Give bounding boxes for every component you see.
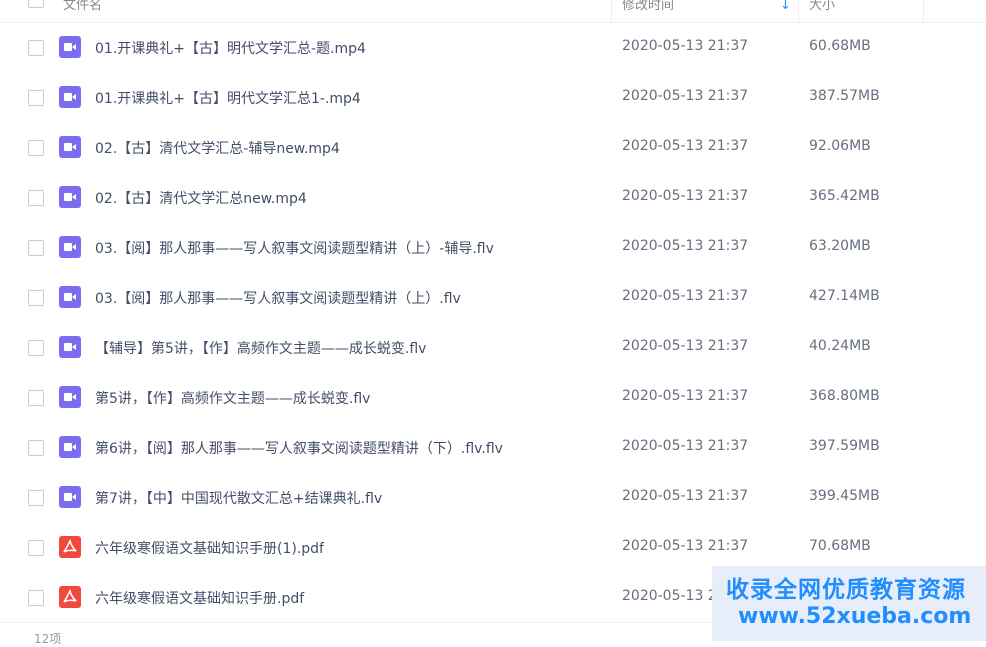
item-count: 12项 (34, 632, 62, 646)
file-row[interactable]: 第5讲，【作】高频作文主题——成长蜕变.flv 2020-05-13 21:37 3… (0, 373, 986, 423)
column-header-name[interactable]: 文件名 (63, 0, 102, 13)
file-modified-time: 2020-05-13 21:37 (622, 338, 749, 354)
watermark-slogan: 收录全网优质教育资源 (726, 577, 966, 603)
file-size: 63.20MB (809, 238, 871, 254)
pdf-file-icon (59, 586, 81, 608)
file-name[interactable]: 【辅导】第5讲，【作】高频作文主题——成长蜕变.flv (95, 338, 426, 358)
select-all-checkbox[interactable] (28, 0, 44, 8)
file-name[interactable]: 01.开课典礼+【古】明代文学汇总1-.mp4 (95, 88, 361, 108)
file-modified-time: 2020-05-13 21:37 (622, 238, 749, 254)
file-size: 399.45MB (809, 488, 880, 504)
file-modified-time: 2020-05-13 21:37 (622, 38, 749, 54)
file-size: 387.57MB (809, 88, 880, 104)
watermark-banner: 收录全网优质教育资源 www.52xueba.com (712, 566, 986, 641)
file-name[interactable]: 六年级寒假语文基础知识手册(1).pdf (95, 538, 324, 558)
video-file-icon (59, 236, 81, 258)
file-name[interactable]: 第7讲，【中】中国现代散文汇总+结课典礼.flv (95, 488, 382, 508)
file-modified-time: 2020-05-13 21:37 (622, 488, 749, 504)
row-checkbox[interactable] (28, 140, 44, 156)
file-row[interactable]: 02.【古】清代文学汇总new.mp4 2020-05-13 21:37 365.4… (0, 173, 986, 223)
file-row[interactable]: 01.开课典礼+【古】明代文学汇总-题.mp4 2020-05-13 21:37 6… (0, 23, 986, 73)
video-file-icon (59, 436, 81, 458)
file-size: 60.68MB (809, 38, 871, 54)
file-name[interactable]: 02.【古】清代文学汇总-辅导new.mp4 (95, 138, 340, 158)
row-checkbox[interactable] (28, 590, 44, 606)
file-modified-time: 2020-05-13 21:37 (622, 288, 749, 304)
file-size: 397.59MB (809, 438, 880, 454)
video-file-icon (59, 286, 81, 308)
file-modified-time: 2020-05-13 21:37 (622, 388, 749, 404)
pdf-file-icon (59, 536, 81, 558)
video-file-icon (59, 486, 81, 508)
file-list-header: 文件名 修改时间 ↓ 大小 (0, 0, 986, 23)
file-row[interactable]: 03.【阅】那人那事——写人叙事文阅读题型精讲（上）.flv 2020-05-13… (0, 273, 986, 323)
file-modified-time: 2020-05-13 21:37 (622, 538, 749, 554)
file-row[interactable]: 01.开课典礼+【古】明代文学汇总1-.mp4 2020-05-13 21:37 3… (0, 73, 986, 123)
video-file-icon (59, 336, 81, 358)
file-row[interactable]: 02.【古】清代文学汇总-辅导new.mp4 2020-05-13 21:37 92… (0, 123, 986, 173)
row-checkbox[interactable] (28, 490, 44, 506)
video-file-icon (59, 186, 81, 208)
file-size: 92.06MB (809, 138, 871, 154)
row-checkbox[interactable] (28, 390, 44, 406)
video-file-icon (59, 386, 81, 408)
row-checkbox[interactable] (28, 40, 44, 56)
file-row[interactable]: 【辅导】第5讲，【作】高频作文主题——成长蜕变.flv 2020-05-13 21… (0, 323, 986, 373)
file-name[interactable]: 第5讲，【作】高频作文主题——成长蜕变.flv (95, 388, 370, 408)
file-name[interactable]: 第6讲，【阅】那人那事——写人叙事文阅读题型精讲（下）.flv.flv (95, 438, 503, 458)
file-modified-time: 2020-05-13 21:37 (622, 438, 749, 454)
file-name[interactable]: 01.开课典礼+【古】明代文学汇总-题.mp4 (95, 38, 366, 58)
row-checkbox[interactable] (28, 440, 44, 456)
file-size: 40.24MB (809, 338, 871, 354)
file-size: 70.68MB (809, 538, 871, 554)
file-size: 365.42MB (809, 188, 880, 204)
video-file-icon (59, 36, 81, 58)
column-header-modified-time[interactable]: 修改时间 (622, 0, 674, 13)
row-checkbox[interactable] (28, 540, 44, 556)
column-header-size[interactable]: 大小 (809, 0, 835, 13)
arrow-down-icon[interactable]: ↓ (780, 0, 791, 13)
file-size: 368.80MB (809, 388, 880, 404)
row-checkbox[interactable] (28, 290, 44, 306)
file-list: 01.开课典礼+【古】明代文学汇总-题.mp4 2020-05-13 21:37 6… (0, 23, 986, 623)
file-row[interactable]: 03.【阅】那人那事——写人叙事文阅读题型精讲（上）-辅导.flv 2020-05… (0, 223, 986, 273)
file-name[interactable]: 03.【阅】那人那事——写人叙事文阅读题型精讲（上）-辅导.flv (95, 238, 494, 258)
file-name[interactable]: 03.【阅】那人那事——写人叙事文阅读题型精讲（上）.flv (95, 288, 461, 308)
video-file-icon (59, 86, 81, 108)
row-checkbox[interactable] (28, 340, 44, 356)
file-size: 427.14MB (809, 288, 880, 304)
watermark-url: www.52xueba.com (738, 604, 972, 629)
file-modified-time: 2020-05-13 21:37 (622, 138, 749, 154)
column-divider[interactable] (798, 0, 799, 22)
row-checkbox[interactable] (28, 190, 44, 206)
file-row[interactable]: 第6讲，【阅】那人那事——写人叙事文阅读题型精讲（下）.flv.flv 2020-… (0, 423, 986, 473)
column-divider[interactable] (923, 0, 924, 22)
file-row[interactable]: 第7讲，【中】中国现代散文汇总+结课典礼.flv 2020-05-13 21:37… (0, 473, 986, 523)
column-divider[interactable] (611, 0, 612, 22)
file-modified-time: 2020-05-13 21:37 (622, 188, 749, 204)
file-name[interactable]: 02.【古】清代文学汇总new.mp4 (95, 188, 307, 208)
file-name[interactable]: 六年级寒假语文基础知识手册.pdf (95, 588, 304, 608)
row-checkbox[interactable] (28, 90, 44, 106)
row-checkbox[interactable] (28, 240, 44, 256)
file-modified-time: 2020-05-13 21:37 (622, 88, 749, 104)
video-file-icon (59, 136, 81, 158)
